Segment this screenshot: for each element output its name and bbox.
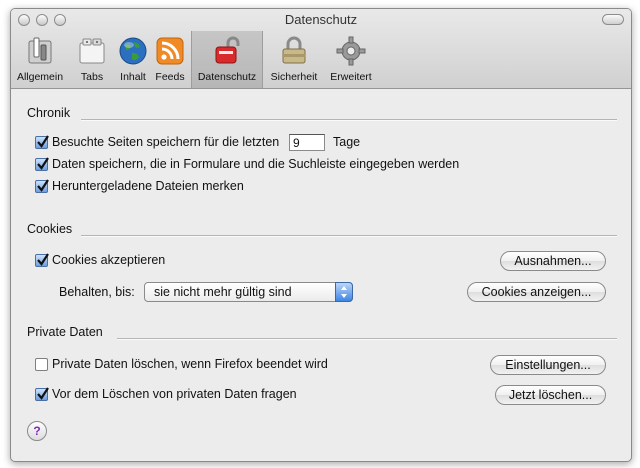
- clear-on-exit-checkbox[interactable]: [35, 358, 48, 371]
- titlebar: Datenschutz: [11, 9, 631, 31]
- tab-feeds[interactable]: Feeds: [153, 31, 187, 88]
- preferences-toolbar: Allgemein Tabs Inhalt Feeds Datenschutz …: [11, 31, 631, 88]
- padlock-icon: [282, 36, 306, 64]
- privacy-pane: Chronik Besuchte Seiten speichern für di…: [11, 89, 631, 461]
- popup-arrows-icon: [335, 282, 353, 302]
- ask-before-clearing-label: Vor dem Löschen von privaten Daten frage…: [52, 387, 297, 401]
- tab-erweitert[interactable]: Erweitert: [325, 31, 377, 88]
- tab-datenschutz[interactable]: Datenschutz: [191, 31, 263, 88]
- checkmark-icon: [37, 253, 49, 266]
- switch-icon: [28, 37, 52, 64]
- help-button[interactable]: ?: [27, 421, 47, 441]
- globe-icon: [119, 37, 147, 65]
- remember-visited-label: Besuchte Seiten speichern für die letzte…: [52, 135, 280, 149]
- history-days-field[interactable]: 9: [289, 134, 325, 151]
- tab-label: Datenschutz: [197, 71, 257, 83]
- save-forms-label: Daten speichern, die in Formulare und di…: [52, 157, 460, 171]
- checkmark-icon: [37, 157, 49, 170]
- clear-now-button[interactable]: Jetzt löschen...: [495, 385, 606, 405]
- remember-visited-checkbox[interactable]: [35, 135, 49, 149]
- tab-label: Tabs: [80, 71, 104, 83]
- keep-until-label: Behalten, bis:: [59, 285, 135, 299]
- tab-label: Sicherheit: [270, 71, 318, 83]
- privacy-lock-icon: [215, 36, 240, 64]
- tab-label: Allgemein: [16, 71, 64, 83]
- tab-label: Erweitert: [330, 71, 372, 83]
- tab-tabs[interactable]: Tabs: [77, 31, 107, 88]
- tab-inhalt[interactable]: Inhalt: [113, 31, 153, 88]
- checkmark-icon: [37, 135, 49, 148]
- tabs-icon: [79, 38, 105, 64]
- save-forms-checkbox[interactable]: [35, 157, 49, 171]
- cookies-heading: Cookies: [27, 222, 73, 236]
- checkmark-icon: [37, 387, 49, 400]
- history-separator: [81, 119, 617, 120]
- tab-label: Inhalt: [120, 71, 146, 83]
- tab-label: Feeds: [155, 71, 185, 83]
- rss-feed-icon: [156, 37, 184, 65]
- remember-downloads-checkbox[interactable]: [35, 179, 49, 193]
- ask-before-clearing-checkbox[interactable]: [35, 387, 49, 401]
- accept-cookies-label: Cookies akzeptieren: [52, 253, 166, 267]
- window-title: Datenschutz: [284, 12, 358, 27]
- cookies-separator: [81, 235, 617, 236]
- history-heading: Chronik: [27, 106, 71, 120]
- keep-until-value: sie nicht mehr gültig sind: [154, 285, 292, 299]
- days-unit-label: Tage: [333, 135, 361, 149]
- tab-sicherheit[interactable]: Sicherheit: [266, 31, 322, 88]
- clear-on-exit-label: Private Daten löschen, wenn Firefox been…: [52, 357, 328, 371]
- preferences-window: Datenschutz Allgemein Tabs Inhalt Feeds …: [10, 8, 632, 462]
- settings-button[interactable]: Einstellungen...: [490, 355, 606, 375]
- gear-icon: [336, 36, 366, 66]
- accept-cookies-checkbox[interactable]: [35, 253, 49, 267]
- show-cookies-button[interactable]: Cookies anzeigen...: [467, 282, 606, 302]
- private-data-separator: [117, 338, 617, 339]
- private-data-heading: Private Daten: [27, 325, 103, 339]
- remember-downloads-label: Heruntergeladene Dateien merken: [52, 179, 244, 193]
- exceptions-button[interactable]: Ausnahmen...: [500, 251, 606, 271]
- tab-allgemein[interactable]: Allgemein: [13, 31, 67, 88]
- keep-until-select[interactable]: sie nicht mehr gültig sind: [144, 282, 353, 302]
- checkmark-icon: [37, 179, 49, 192]
- toolbar-toggle-button[interactable]: [602, 14, 624, 25]
